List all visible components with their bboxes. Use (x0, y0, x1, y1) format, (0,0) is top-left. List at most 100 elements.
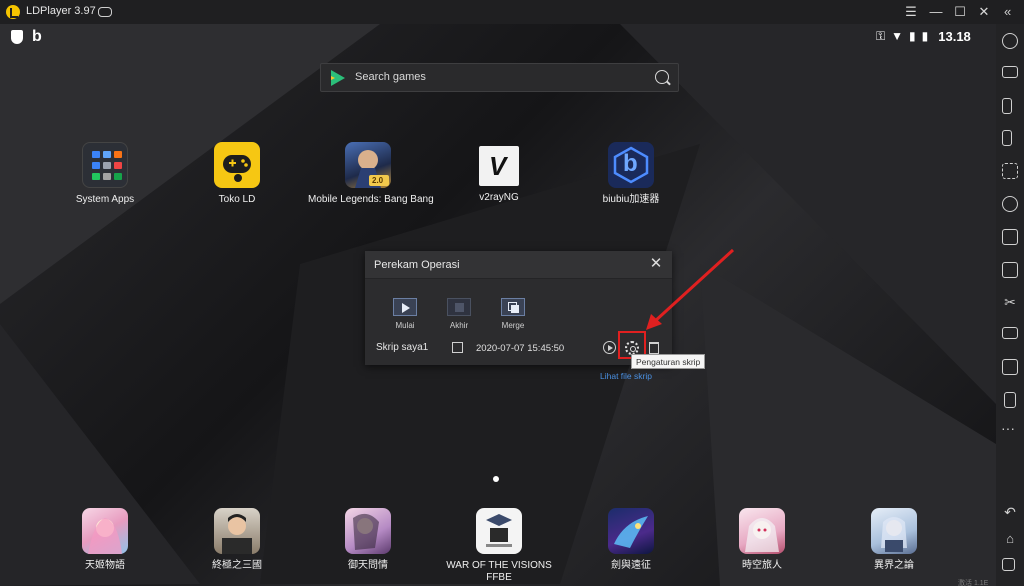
app-system-apps[interactable]: System Apps (45, 142, 165, 206)
app-shikong-lvren[interactable]: 時空旅人 (702, 508, 822, 572)
app-label: Toko LD (218, 194, 256, 205)
run-script-icon[interactable] (603, 341, 616, 354)
game-icon (871, 508, 917, 554)
back-icon[interactable]: ↶ (1002, 504, 1018, 520)
script-timestamp: 2020-07-07 15:45:50 (476, 343, 565, 354)
collapse-toolbar-button[interactable]: « (1004, 4, 1011, 19)
app-label: 天姬物語 (85, 560, 125, 571)
ldplayer-logo-icon (6, 5, 20, 19)
control-label: Merge (501, 321, 525, 330)
watermark-text: 激活 1.1E (958, 580, 989, 586)
keyboard-icon[interactable] (1002, 66, 1018, 78)
status-icons: ⚿ ▼ ▮ ▮ 13.18 (876, 28, 971, 44)
operation-recorder-dialog: Perekam Operasi ✕ Mulai Akhir Merge Skri… (365, 251, 672, 365)
game-icon (476, 508, 522, 554)
edit-icon[interactable] (452, 342, 463, 353)
merge-button[interactable]: Merge (493, 298, 533, 330)
search-bar[interactable]: Search games (320, 63, 679, 92)
app-label: v2rayNG (479, 192, 519, 203)
right-toolbar: ✂ ··· ↶ ⌂ (996, 24, 1024, 586)
settings-gear-icon[interactable] (1002, 33, 1018, 49)
app-jianyu-yuanzheng[interactable]: 劍與遠征 (571, 508, 691, 572)
app-label-line2: FFBE (486, 572, 512, 583)
no-sim-icon: ▮ (909, 29, 916, 43)
v2rayng-glyph: V (489, 151, 507, 181)
video-icon[interactable] (1002, 327, 1018, 339)
v2rayng-icon: V (479, 146, 519, 186)
app-zhongji-sanguo[interactable]: 終極之三國 (177, 508, 297, 572)
volume-up-icon[interactable] (1002, 98, 1012, 114)
app-label: WAR OF THE VISIONS (446, 560, 552, 571)
key-icon: ⚿ (876, 29, 886, 43)
stop-record-button[interactable]: Akhir (439, 298, 479, 330)
control-label: Mulai (395, 321, 415, 330)
page-indicator-dot (493, 476, 499, 482)
app-yijie-zhilun[interactable]: 異界之論 (834, 508, 954, 572)
dialog-header: Perekam Operasi ✕ (365, 251, 672, 279)
app-label: 終極之三國 (212, 560, 262, 571)
app-yutian-wenqing[interactable]: 御天問情 (308, 508, 428, 572)
settings-tooltip: Pengaturan skrip (631, 354, 706, 369)
control-label: Akhir (449, 321, 469, 330)
stop-icon (447, 298, 471, 316)
screenshot-icon[interactable] (1002, 163, 1018, 179)
app-label: 異界之論 (874, 560, 914, 571)
window-title: LDPlayer 3.97 (26, 5, 96, 17)
version-badge: 2.0 (372, 176, 384, 185)
app-label: biubiu加速器 (602, 194, 660, 205)
search-placeholder: Search games (355, 71, 426, 83)
rotate-icon[interactable] (1004, 392, 1016, 408)
app-v2rayng[interactable]: V v2rayNG (439, 142, 559, 204)
menu-button[interactable]: ☰ (901, 2, 921, 22)
more-icon[interactable]: ··· (1001, 420, 1015, 436)
mobile-legends-icon: 2.0 (345, 142, 391, 188)
app-label: System Apps (75, 194, 135, 205)
script-name: Skrip saya1 (376, 342, 429, 353)
battery-icon: ▮ (921, 29, 929, 43)
system-apps-icon (82, 142, 128, 188)
dialog-close-button[interactable]: ✕ (648, 256, 664, 272)
app-biubiu[interactable]: b biubiu加速器 (571, 142, 691, 206)
app-label: 劍與遠征 (611, 560, 651, 571)
ldplayer-window: LDPlayer 3.97 ☰ — ☐ ✕ « b ⚿ ▼ ▮ ▮ 13.18 … (0, 0, 1024, 586)
minimize-button[interactable]: — (926, 2, 946, 22)
game-icon (608, 508, 654, 554)
record-icon[interactable] (1002, 196, 1018, 212)
app-mobile-legends[interactable]: 2.0 Mobile Legends: Bang Bang (308, 142, 434, 206)
app-tianji-wuyu[interactable]: 天姬物語 (45, 508, 165, 572)
view-script-file-link[interactable]: Lihat file skrip (600, 371, 652, 381)
game-icon (345, 508, 391, 554)
app-toko-ld[interactable]: Toko LD (177, 142, 297, 206)
sync-icon[interactable] (1002, 359, 1018, 375)
play-icon (393, 298, 417, 316)
toko-ld-icon (214, 142, 260, 188)
app-label: 時空旅人 (742, 560, 782, 571)
game-icon (214, 508, 260, 554)
maximize-button[interactable]: ☐ (950, 2, 970, 22)
b-notification-icon: b (32, 28, 42, 45)
dialog-title: Perekam Operasi (374, 259, 460, 271)
apk-install-icon[interactable] (1002, 262, 1018, 278)
app-label: Mobile Legends: Bang Bang (308, 194, 434, 205)
gamepad-icon[interactable] (98, 7, 112, 17)
google-play-icon (331, 70, 345, 86)
biubiu-icon: b (608, 142, 654, 188)
home-icon[interactable]: ⌂ (1002, 531, 1018, 547)
close-button[interactable]: ✕ (974, 2, 994, 22)
game-icon (739, 508, 785, 554)
app-label: 御天問情 (348, 560, 388, 571)
biubiu-glyph: b (623, 150, 638, 177)
script-row: Skrip saya1 2020-07-07 15:45:50 (365, 331, 672, 359)
volume-down-icon[interactable] (1002, 130, 1012, 146)
wifi-icon: ▼ (891, 29, 904, 43)
scissors-icon[interactable]: ✂ (1002, 294, 1018, 310)
recent-apps-icon[interactable] (1002, 558, 1015, 571)
merge-icon (501, 298, 525, 316)
start-record-button[interactable]: Mulai (385, 298, 425, 330)
title-bar: LDPlayer 3.97 ☰ — ☐ ✕ « (0, 0, 1024, 24)
status-clock: 13.18 (938, 28, 971, 44)
app-war-of-the-visions[interactable]: WAR OF THE VISIONS FFBE (439, 508, 559, 584)
search-icon[interactable] (655, 70, 669, 84)
delete-trash-icon[interactable] (649, 342, 659, 354)
multi-instance-icon[interactable] (1002, 229, 1018, 245)
